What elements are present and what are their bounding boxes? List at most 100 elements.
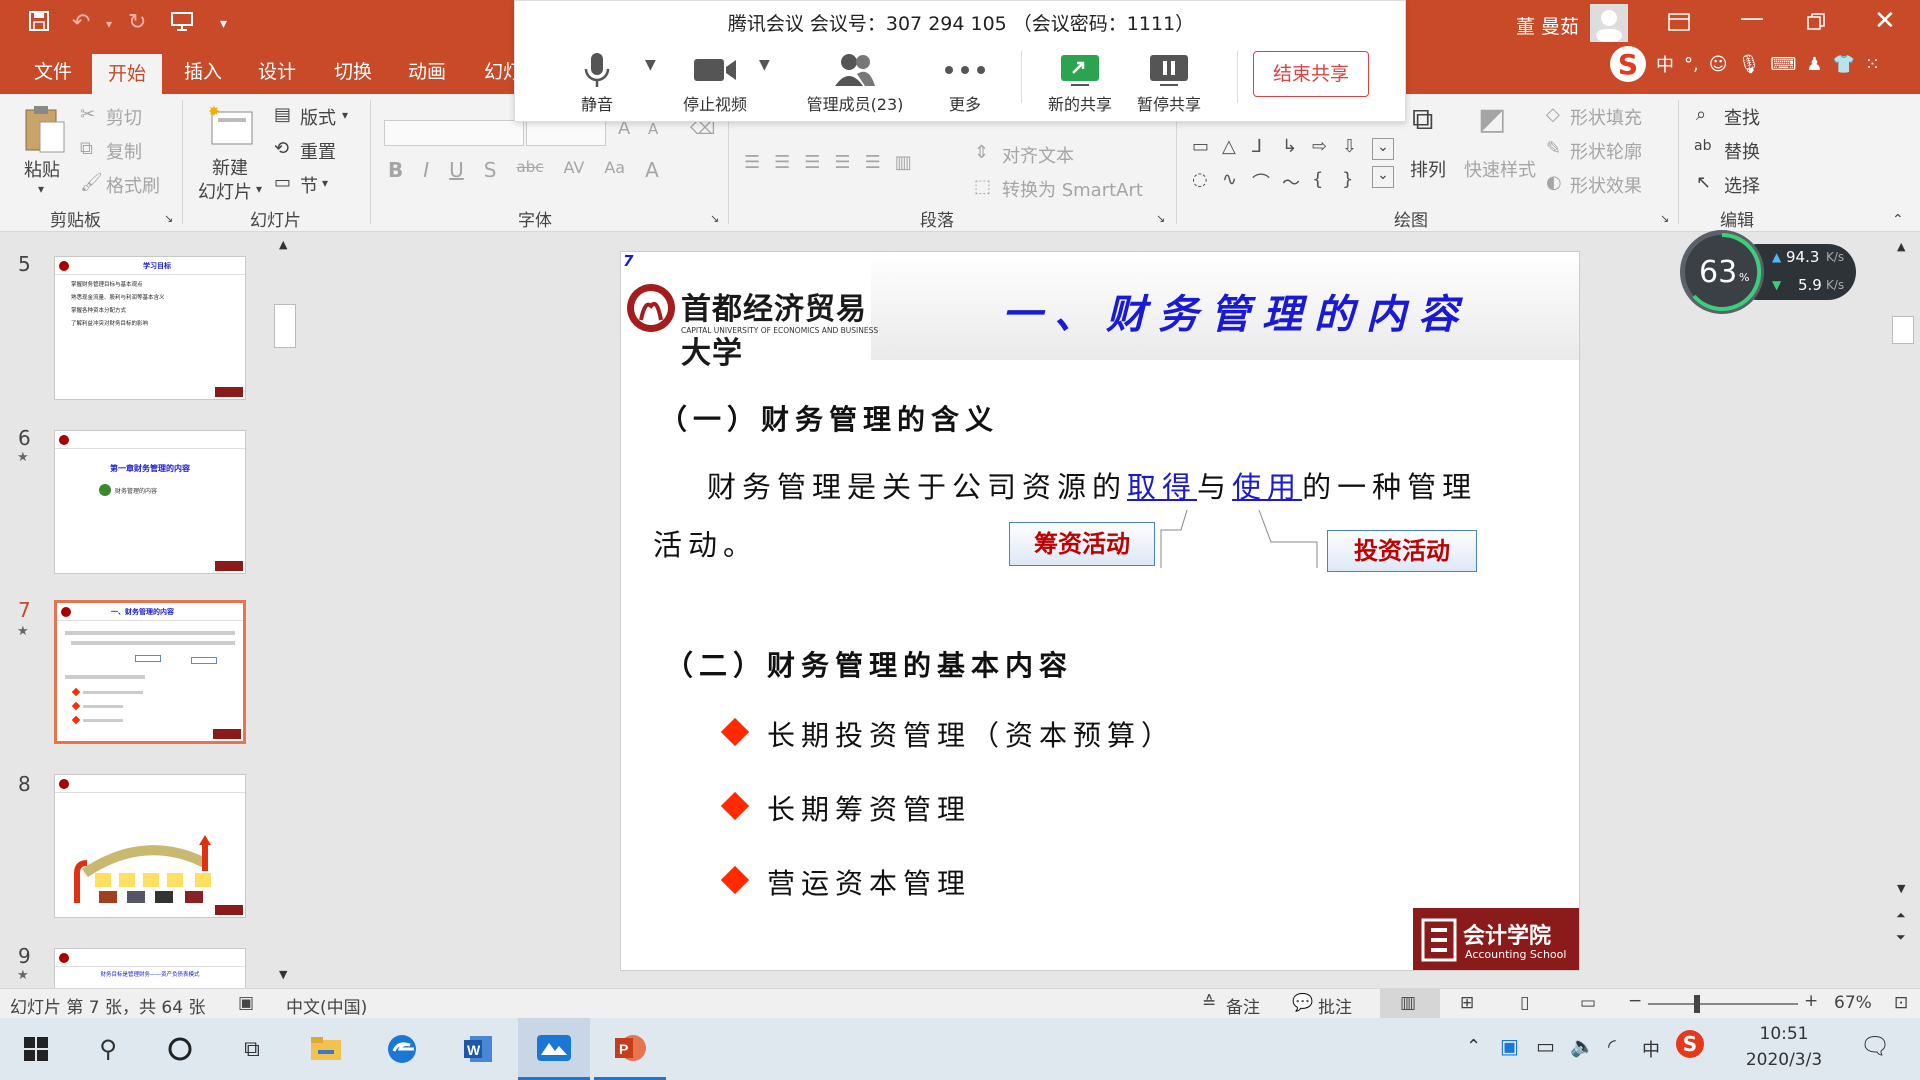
reset-button[interactable]: 重置 <box>300 138 336 164</box>
shape-effects-button[interactable]: 形状效果 <box>1570 172 1642 198</box>
grid-menu-icon[interactable]: ⁙ <box>1865 54 1880 75</box>
slide-canvas[interactable]: 首都经济贸易大学 CAPITAL UNIVERSITY OF ECONOMICS… <box>620 251 1580 971</box>
paste-icon[interactable] <box>24 104 66 158</box>
scrollbar-thumb[interactable] <box>1892 316 1914 344</box>
slide-thumbnail-9[interactable]: 财务目标是管理财务——资产负债表模式 <box>54 948 246 988</box>
word-icon[interactable]: W <box>442 1018 514 1080</box>
right-arrow-shape-icon[interactable]: ⇨ <box>1312 136 1342 169</box>
video-dropdown-icon[interactable]: ▼ <box>759 57 770 73</box>
shape-fill-button[interactable]: 形状填充 <box>1570 104 1642 130</box>
new-slide-button-line2[interactable]: 幻灯片 <box>198 178 252 204</box>
task-view-icon[interactable]: ⧉ <box>216 1018 288 1080</box>
keyboard-icon[interactable]: ⌨ <box>1770 54 1796 75</box>
shadow-icon[interactable]: S <box>484 158 497 182</box>
cortana-icon[interactable] <box>144 1018 216 1080</box>
drawing-launcher-icon[interactable]: ↘ <box>1660 212 1669 225</box>
tencent-meeting-icon[interactable] <box>518 1018 590 1080</box>
font-launcher-icon[interactable]: ↘ <box>710 212 719 225</box>
bold-icon[interactable]: B <box>388 158 403 182</box>
zoom-slider-handle[interactable] <box>1694 995 1700 1013</box>
bullet-item[interactable]: 营运资本管理 <box>767 862 971 902</box>
down-arrow-shape-icon[interactable]: ⇩ <box>1342 136 1372 169</box>
callout-financing[interactable]: 筹资活动 <box>1009 522 1155 566</box>
underline-icon[interactable]: U <box>449 158 464 182</box>
spellcheck-icon[interactable]: ▣ <box>238 993 254 1013</box>
paste-button[interactable]: 粘贴 <box>24 156 60 182</box>
ime-mode[interactable]: 中 <box>1656 51 1674 77</box>
replace-button[interactable]: 替换 <box>1724 138 1760 164</box>
scrollbar-thumb[interactable] <box>274 304 296 348</box>
fit-to-window-icon[interactable]: ⊡ <box>1894 993 1908 1013</box>
slide-sorter-icon[interactable]: ⊞ <box>1460 993 1474 1013</box>
arc-shape-icon[interactable]: ⌒ <box>1252 169 1282 207</box>
char-spacing-icon[interactable]: AV <box>563 158 584 182</box>
collapse-ribbon-icon[interactable]: ⌃ <box>1892 212 1904 228</box>
powerpoint-icon[interactable]: P <box>594 1018 666 1080</box>
zoom-in-icon[interactable]: + <box>1804 991 1818 1011</box>
undo-dropdown-icon[interactable]: ▾ <box>106 17 112 31</box>
skin-icon[interactable]: 👕 <box>1832 54 1854 75</box>
search-icon[interactable]: ⚲ <box>72 1018 144 1080</box>
shape-outline-button[interactable]: 形状轮廓 <box>1570 138 1642 164</box>
bullet-item[interactable]: 长期投资管理（资本预算） <box>767 714 1175 754</box>
tab-design[interactable]: 设计 <box>244 50 310 94</box>
action-center-icon[interactable]: 🗨 <box>1860 1032 1890 1060</box>
thumbnails-scrollbar[interactable]: ▲ ▼ <box>272 236 298 988</box>
zoom-out-icon[interactable]: − <box>1628 991 1642 1011</box>
previous-slide-icon[interactable]: ⏶ <box>1896 908 1906 923</box>
left-brace-icon[interactable]: { <box>1312 169 1342 207</box>
slide-thumbnail-5[interactable]: 学习目标 掌握财务管理目标与基本观点 熟悉现金流量、股利与利润等基本含义 掌握各… <box>54 256 246 400</box>
tab-insert[interactable]: 插入 <box>170 50 236 94</box>
slide-thumbnail-6[interactable]: 第一章财务管理的内容 财务管理的内容 <box>54 430 246 574</box>
convert-smartart-button[interactable]: 转换为 SmartArt <box>1002 176 1143 202</box>
tab-home[interactable]: 开始 <box>92 54 163 94</box>
stop-video-button[interactable]: 停止视频 <box>665 49 765 115</box>
decrease-font-icon[interactable]: A <box>648 120 658 138</box>
section-dropdown-icon[interactable]: ▾ <box>322 176 328 190</box>
wifi-icon[interactable]: ◜ <box>1608 1034 1616 1058</box>
clock-date[interactable]: 2020/3/3 <box>1744 1050 1824 1070</box>
justify-icon[interactable]: ☰ <box>834 152 850 173</box>
save-icon[interactable] <box>28 10 50 38</box>
slide-thumbnail-7[interactable]: 一、财务管理的内容 <box>54 600 246 744</box>
section-heading-2[interactable]: （二）财务管理的基本内容 <box>665 644 1073 684</box>
start-button[interactable] <box>0 1018 72 1080</box>
scribble-shape-icon[interactable]: ∿ <box>1222 169 1252 207</box>
align-center-icon[interactable]: ☰ <box>774 152 790 173</box>
align-right-icon[interactable]: ☰ <box>804 152 820 173</box>
scroll-down-icon[interactable]: ▼ <box>279 968 287 981</box>
columns-icon[interactable]: ▥ <box>895 152 912 173</box>
find-button[interactable]: 查找 <box>1724 104 1760 130</box>
strikethrough-icon[interactable]: abc <box>517 158 544 182</box>
next-slide-icon[interactable]: ⏷ <box>1896 930 1906 945</box>
tab-transitions[interactable]: 切换 <box>320 50 386 94</box>
file-explorer-icon[interactable] <box>290 1018 362 1080</box>
punct-icon[interactable]: °, <box>1684 54 1699 75</box>
callout-investing[interactable]: 投资活动 <box>1327 530 1477 572</box>
shapes-gallery[interactable]: ▭ △ ⅃ ↳ ⇨ ⇩ ◌ ∿ ⌒ 〜 { } <box>1192 136 1372 206</box>
zoom-slider-track[interactable] <box>1648 1003 1798 1005</box>
freeform-shape-icon[interactable]: ◌ <box>1192 169 1222 207</box>
comments-button[interactable]: 批注 <box>1318 993 1352 1018</box>
notes-button[interactable]: 备注 <box>1226 993 1260 1018</box>
format-painter-button[interactable]: 格式刷 <box>106 172 160 198</box>
mute-dropdown-icon[interactable]: ▼ <box>645 57 656 73</box>
paragraph-launcher-icon[interactable]: ↘ <box>1156 212 1165 225</box>
layout-button[interactable]: 版式 <box>300 104 336 130</box>
present-from-start-icon[interactable] <box>170 10 194 38</box>
manage-members-button[interactable]: 管理成员(23) <box>795 49 915 115</box>
elbow-connector-icon[interactable]: ⅃ <box>1252 136 1282 169</box>
font-size-select[interactable] <box>526 120 606 146</box>
quick-styles-button[interactable]: 快速样式 <box>1464 156 1536 182</box>
change-case-icon[interactable]: Aa <box>604 158 625 182</box>
slide-scrollbar[interactable]: ▲ ▼ ⏶ ⏷ <box>1890 236 1916 956</box>
align-left-icon[interactable]: ☰ <box>744 152 760 173</box>
edge-icon[interactable] <box>366 1018 438 1080</box>
shapes-more-icon[interactable]: ⌄ <box>1372 166 1394 188</box>
reading-view-icon[interactable]: ▯ <box>1520 993 1529 1013</box>
section-button[interactable]: 节 <box>300 172 318 198</box>
triangle-shape-icon[interactable]: △ <box>1222 136 1252 169</box>
scroll-down-icon[interactable]: ▼ <box>1897 882 1905 895</box>
bullet-item[interactable]: 长期筹资管理 <box>767 788 971 828</box>
tab-file[interactable]: 文件 <box>20 50 86 94</box>
